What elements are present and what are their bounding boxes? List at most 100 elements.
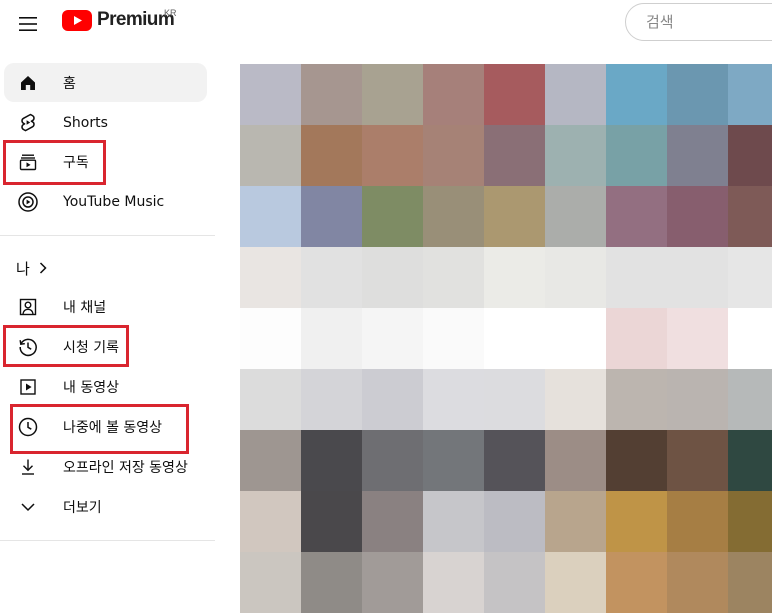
- thumbnail-tile[interactable]: [606, 430, 667, 491]
- sidebar-item-watch-later[interactable]: 나중에 볼 동영상: [4, 407, 207, 446]
- thumbnail-tile[interactable]: [423, 491, 484, 552]
- thumbnail-tile[interactable]: [423, 369, 484, 430]
- thumbnail-tile[interactable]: [667, 247, 728, 308]
- thumbnail-tile[interactable]: [301, 64, 362, 125]
- thumbnail-tile[interactable]: [545, 369, 606, 430]
- thumbnail-tile[interactable]: [240, 247, 301, 308]
- thumbnail-tile[interactable]: [484, 308, 545, 369]
- thumbnail-tile[interactable]: [240, 186, 301, 247]
- thumbnail-tile[interactable]: [728, 308, 772, 369]
- thumbnail-tile[interactable]: [484, 491, 545, 552]
- thumbnail-tile[interactable]: [301, 552, 362, 613]
- sidebar-item-shorts[interactable]: Shorts: [4, 103, 207, 142]
- thumbnail-tile[interactable]: [423, 430, 484, 491]
- thumbnail-tile[interactable]: [606, 125, 667, 186]
- thumbnail-tile[interactable]: [301, 430, 362, 491]
- thumbnail-tile[interactable]: [667, 308, 728, 369]
- thumbnail-tile[interactable]: [545, 125, 606, 186]
- thumbnail-tile[interactable]: [667, 430, 728, 491]
- thumbnail-tile[interactable]: [301, 491, 362, 552]
- thumbnail-tile[interactable]: [301, 247, 362, 308]
- sidebar-item-home[interactable]: 홈: [4, 63, 207, 102]
- thumbnail-tile[interactable]: [240, 552, 301, 613]
- sidebar-item-your-videos[interactable]: 내 동영상: [4, 367, 207, 406]
- thumbnail-tile[interactable]: [545, 491, 606, 552]
- thumbnail-tile[interactable]: [545, 64, 606, 125]
- thumbnail-tile[interactable]: [606, 308, 667, 369]
- thumbnail-tile[interactable]: [240, 308, 301, 369]
- thumbnail-tile[interactable]: [484, 369, 545, 430]
- thumbnail-tile[interactable]: [606, 552, 667, 613]
- thumbnail-tile[interactable]: [545, 186, 606, 247]
- thumbnail-tile[interactable]: [484, 247, 545, 308]
- thumbnail-tile[interactable]: [667, 369, 728, 430]
- your-channel-icon: [17, 296, 39, 318]
- thumbnail-tile[interactable]: [484, 186, 545, 247]
- you-section-header[interactable]: 나: [16, 255, 48, 281]
- thumbnail-tile[interactable]: [423, 247, 484, 308]
- sidebar-item-show-more[interactable]: 더보기: [4, 487, 207, 526]
- thumbnail-tile[interactable]: [545, 430, 606, 491]
- youtube-premium-logo[interactable]: Premium: [62, 9, 175, 31]
- thumbnail-tile[interactable]: [362, 247, 423, 308]
- search-input[interactable]: [644, 12, 772, 32]
- thumbnail-tile[interactable]: [362, 552, 423, 613]
- thumbnail-tile[interactable]: [240, 430, 301, 491]
- thumbnail-tile[interactable]: [362, 308, 423, 369]
- thumbnail-tile[interactable]: [606, 64, 667, 125]
- thumbnail-tile[interactable]: [606, 247, 667, 308]
- thumbnail-tile[interactable]: [240, 125, 301, 186]
- thumbnail-tile[interactable]: [301, 186, 362, 247]
- sidebar-item-youtube-music[interactable]: YouTube Music: [4, 182, 207, 221]
- thumbnail-tile[interactable]: [606, 491, 667, 552]
- thumbnail-tile[interactable]: [728, 369, 772, 430]
- hamburger-menu-icon[interactable]: [11, 7, 45, 41]
- thumbnail-tile[interactable]: [362, 64, 423, 125]
- thumbnail-tile[interactable]: [484, 552, 545, 613]
- thumbnail-tile[interactable]: [728, 247, 772, 308]
- sidebar-item-label: Shorts: [63, 114, 108, 131]
- thumbnail-tile[interactable]: [362, 125, 423, 186]
- thumbnail-tile[interactable]: [728, 64, 772, 125]
- thumbnail-tile[interactable]: [423, 125, 484, 186]
- thumbnail-tile[interactable]: [362, 430, 423, 491]
- thumbnail-tile[interactable]: [423, 186, 484, 247]
- thumbnail-tile[interactable]: [667, 552, 728, 613]
- thumbnail-tile[interactable]: [240, 491, 301, 552]
- thumbnail-tile[interactable]: [362, 186, 423, 247]
- thumbnail-tile[interactable]: [484, 64, 545, 125]
- sidebar-item-downloads[interactable]: 오프라인 저장 동영상: [4, 447, 207, 486]
- thumbnail-tile[interactable]: [362, 369, 423, 430]
- thumbnail-tile[interactable]: [667, 186, 728, 247]
- search-box[interactable]: [625, 3, 772, 41]
- chevron-down-icon: [17, 496, 39, 518]
- sidebar-item-your-channel[interactable]: 내 채널: [4, 287, 207, 326]
- thumbnail-tile[interactable]: [423, 64, 484, 125]
- country-code: KR: [164, 8, 177, 18]
- thumbnail-tile[interactable]: [484, 430, 545, 491]
- thumbnail-tile[interactable]: [545, 552, 606, 613]
- thumbnail-tile[interactable]: [240, 369, 301, 430]
- thumbnail-tile[interactable]: [728, 552, 772, 613]
- thumbnail-tile[interactable]: [728, 491, 772, 552]
- thumbnail-tile[interactable]: [301, 369, 362, 430]
- thumbnail-tile[interactable]: [545, 308, 606, 369]
- thumbnail-tile[interactable]: [728, 125, 772, 186]
- thumbnail-tile[interactable]: [484, 125, 545, 186]
- sidebar-item-history[interactable]: 시청 기록: [4, 327, 207, 366]
- thumbnail-tile[interactable]: [423, 308, 484, 369]
- thumbnail-tile[interactable]: [240, 64, 301, 125]
- thumbnail-tile[interactable]: [301, 125, 362, 186]
- thumbnail-tile[interactable]: [606, 369, 667, 430]
- sidebar-item-subscriptions[interactable]: 구독: [4, 142, 207, 181]
- thumbnail-tile[interactable]: [728, 430, 772, 491]
- thumbnail-tile[interactable]: [728, 186, 772, 247]
- thumbnail-tile[interactable]: [545, 247, 606, 308]
- thumbnail-tile[interactable]: [423, 552, 484, 613]
- thumbnail-tile[interactable]: [667, 125, 728, 186]
- thumbnail-tile[interactable]: [606, 186, 667, 247]
- thumbnail-tile[interactable]: [362, 491, 423, 552]
- thumbnail-tile[interactable]: [667, 491, 728, 552]
- thumbnail-tile[interactable]: [301, 308, 362, 369]
- thumbnail-tile[interactable]: [667, 64, 728, 125]
